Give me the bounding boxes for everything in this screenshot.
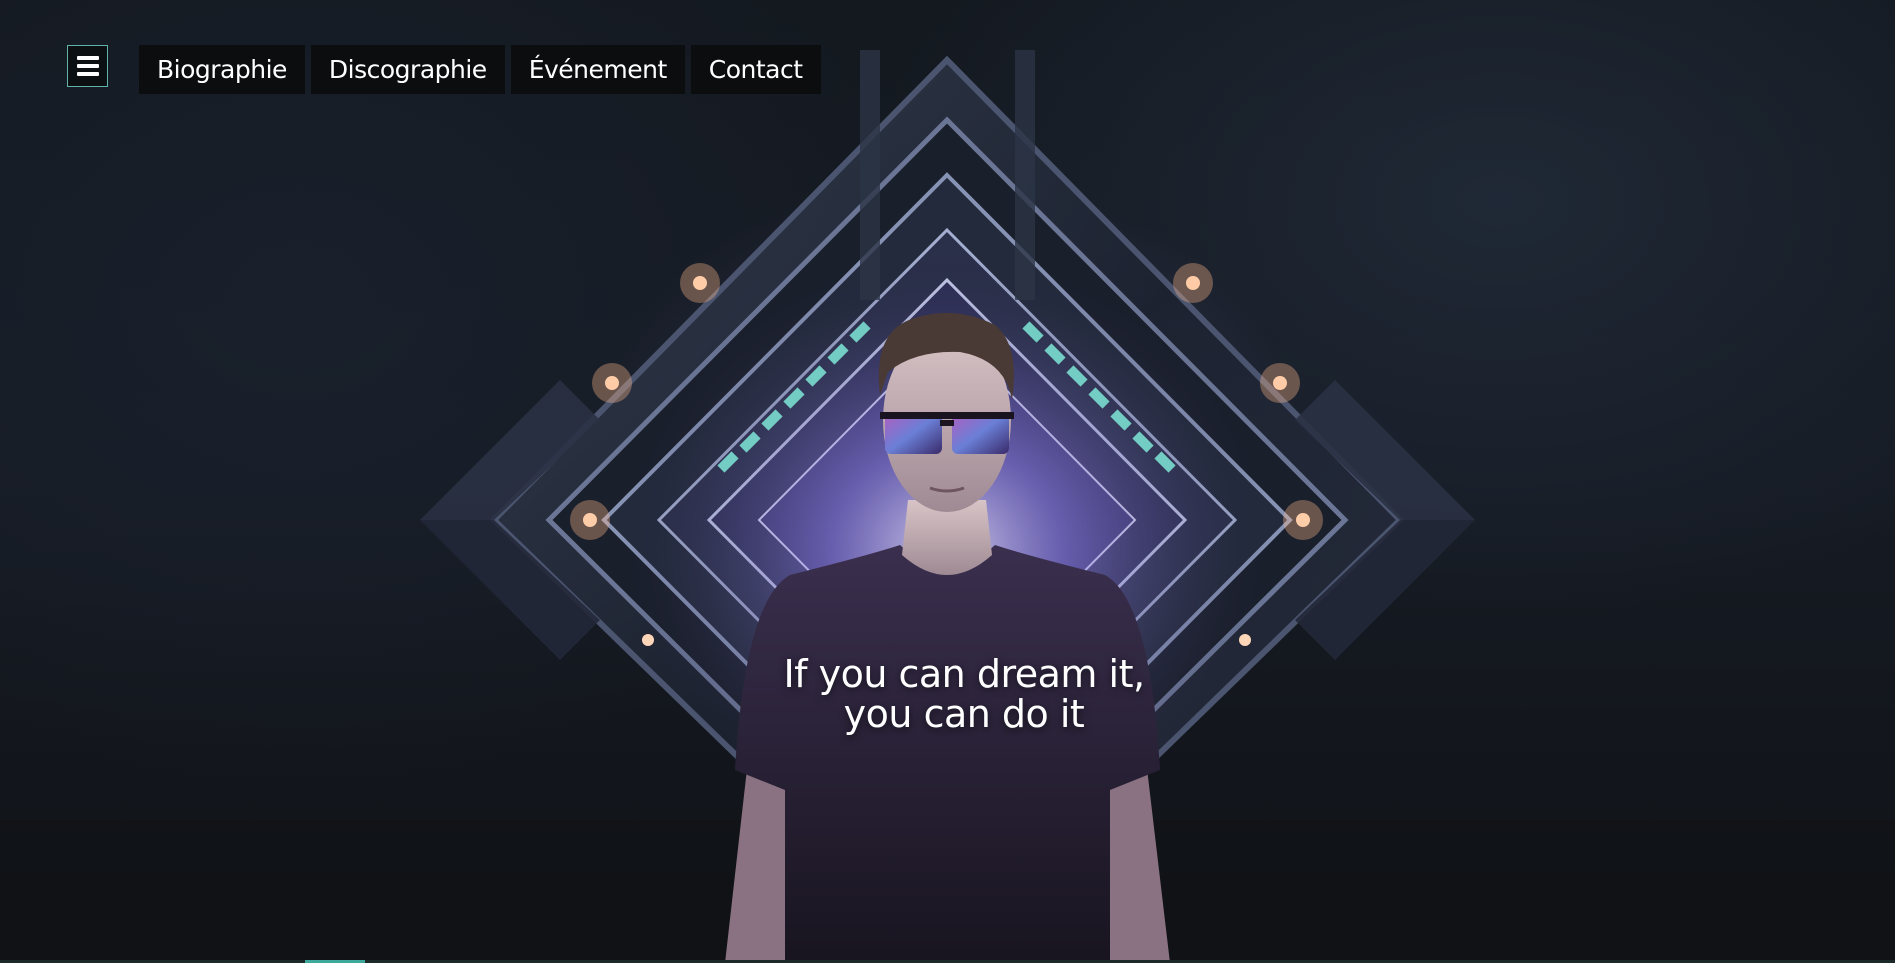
nav-item-contact[interactable]: Contact — [690, 45, 821, 94]
hero-tagline: If you can dream it, you can do it — [0, 654, 1895, 734]
menu-toggle-button[interactable] — [67, 45, 108, 87]
nav-item-biographie[interactable]: Biographie — [139, 45, 305, 94]
tagline-line-2: you can do it — [843, 692, 1085, 736]
main-nav: Biographie Discographie Événement Contac… — [139, 45, 821, 94]
hamburger-icon — [76, 56, 99, 76]
tagline-line-1: If you can dream it, — [783, 652, 1145, 696]
nav-item-discographie[interactable]: Discographie — [310, 45, 505, 94]
nav-item-evenement[interactable]: Événement — [510, 45, 685, 94]
artist-portrait — [725, 312, 1170, 963]
hero-banner: If you can dream it, you can do it — [0, 0, 1895, 963]
